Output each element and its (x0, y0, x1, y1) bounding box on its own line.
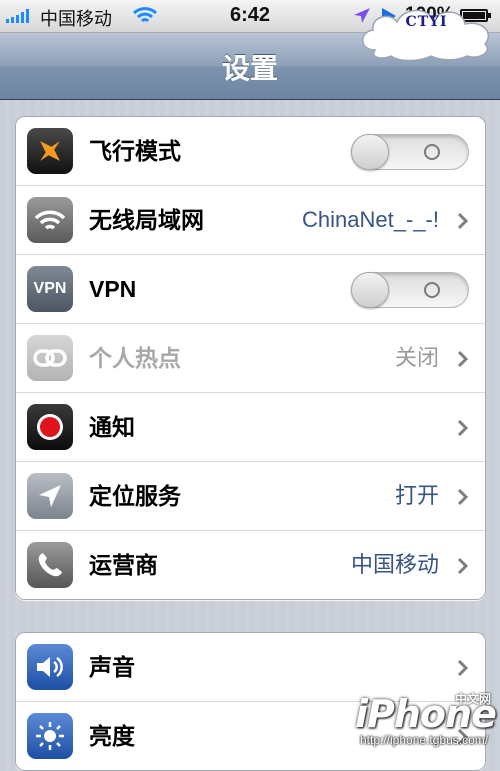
row-label: 通知 (89, 414, 135, 440)
wifi-icon (27, 197, 73, 243)
watermark-cn: 中文网 (455, 692, 492, 706)
wifi-network-value: ChinaNet_-_-! (302, 207, 439, 232)
row-label: VPN (89, 276, 137, 302)
row-notifications[interactable]: 通知 (16, 393, 485, 462)
row-label: 飞行模式 (89, 138, 181, 164)
vpn-icon-text: VPN (33, 280, 67, 297)
chevron-right-icon (457, 419, 469, 437)
row-location-services[interactable]: 定位服务 打开 (16, 462, 485, 531)
chevron-right-icon (457, 557, 469, 575)
watermark-url: http://iphone.tgbus.com/ (360, 733, 489, 747)
row-label: 无线局域网 (89, 207, 204, 233)
location-value: 打开 (394, 483, 439, 508)
hotspot-value: 关闭 (394, 345, 439, 370)
toggle-off-icon (424, 144, 440, 160)
chevron-right-icon (457, 488, 469, 506)
row-airplane-mode[interactable]: 飞行模式 (16, 117, 485, 186)
row-wifi[interactable]: 无线局域网 ChinaNet_-_-! (16, 186, 485, 255)
chevron-right-icon (457, 212, 469, 230)
location-icon (27, 473, 73, 519)
row-carrier[interactable]: 运营商 中国移动 (16, 531, 485, 599)
vpn-icon: VPN (27, 266, 73, 312)
brightness-icon (27, 713, 73, 759)
settings-group-primary: 飞行模式 无线局域网 ChinaNet_-_-! VPN VPN 个人热点 关闭… (15, 116, 486, 600)
chevron-right-icon (457, 350, 469, 368)
row-label: 亮度 (89, 723, 135, 749)
chevron-right-icon (457, 659, 469, 677)
row-label: 个人热点 (89, 345, 181, 371)
toggle-off-icon (424, 282, 440, 298)
row-personal-hotspot[interactable]: 个人热点 关闭 (16, 324, 485, 393)
row-label: 运营商 (89, 552, 158, 578)
phone-icon (27, 542, 73, 588)
hotspot-icon (27, 335, 73, 381)
row-label: 定位服务 (89, 483, 181, 509)
notification-icon (27, 404, 73, 450)
toggle-knob (351, 134, 389, 170)
airplane-mode-toggle[interactable] (351, 134, 469, 170)
airplane-icon (27, 128, 73, 174)
toggle-knob (351, 272, 389, 308)
cloud-badge-icon (362, 9, 490, 62)
speaker-icon (27, 644, 73, 690)
carrier-value: 中国移动 (350, 552, 439, 577)
cloud-badge-text: CTYI (405, 14, 448, 30)
vpn-toggle[interactable] (351, 272, 469, 308)
row-label: 声音 (89, 654, 135, 680)
row-vpn[interactable]: VPN VPN (16, 255, 485, 324)
